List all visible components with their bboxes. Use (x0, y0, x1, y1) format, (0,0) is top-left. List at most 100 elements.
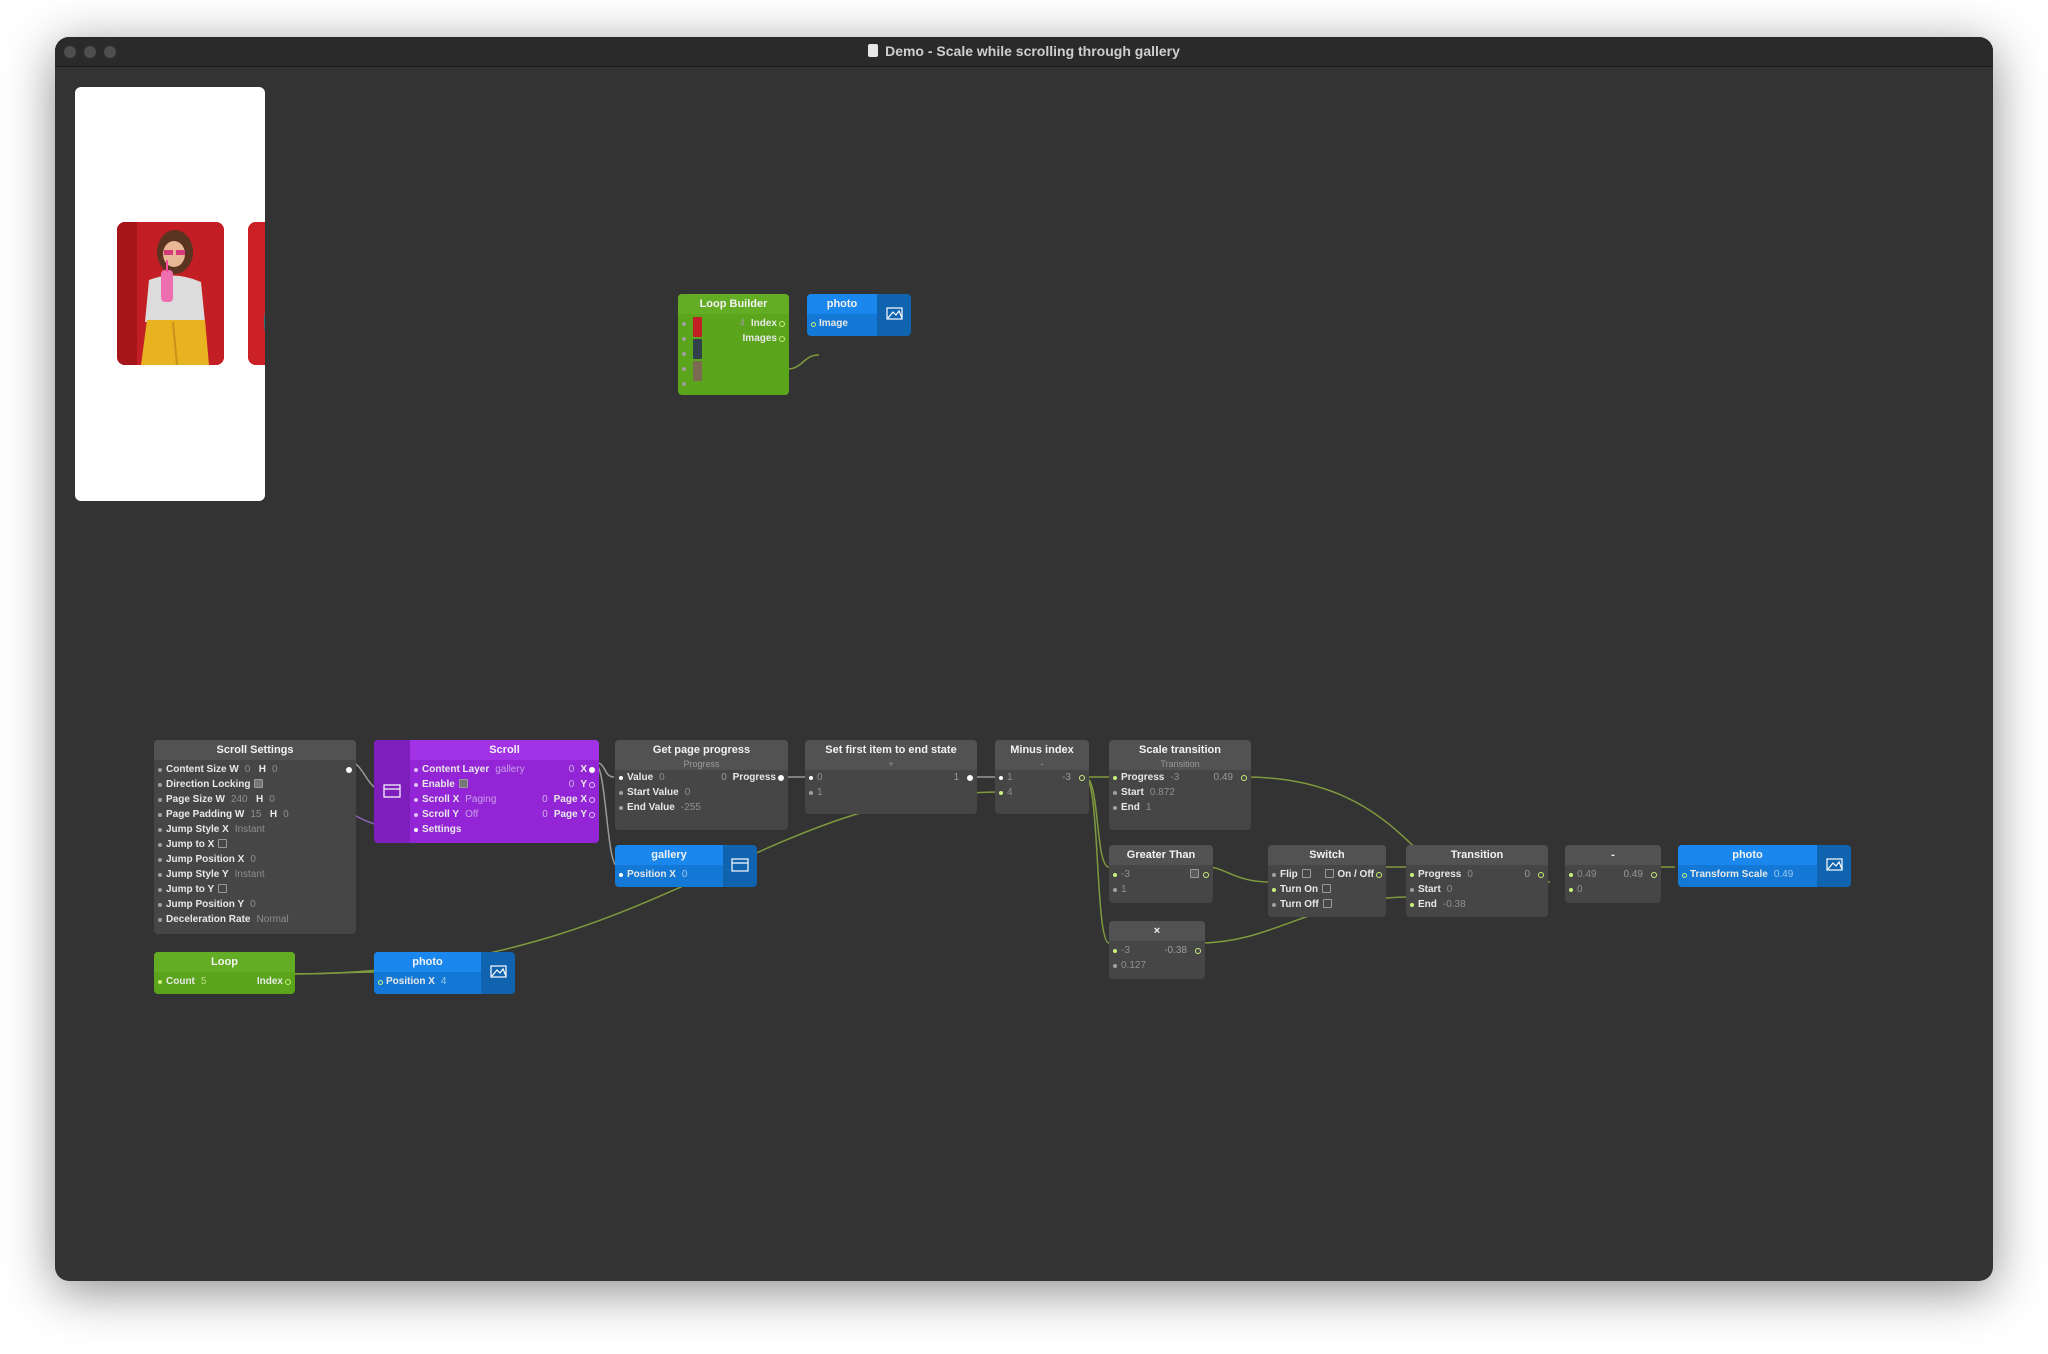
patch-editor-canvas[interactable]: Loop Builder 4 Index Images photo Image S… (55, 67, 1993, 1281)
row-value[interactable]: 1 (1146, 802, 1152, 813)
row-value[interactable]: -0.38 (1443, 899, 1466, 910)
gallery-layer-node[interactable]: gallery Position X 0 (615, 845, 757, 887)
row-label: Start (1418, 884, 1441, 895)
image-label: Image (819, 318, 848, 329)
w-value[interactable]: 15 (250, 809, 261, 820)
row-value[interactable]: 0 (250, 899, 256, 910)
scale-transition-node[interactable]: Scale transition Transition Progress -3 0.4… (1109, 740, 1251, 830)
input-port[interactable] (682, 352, 686, 356)
row-label: End (1121, 802, 1140, 813)
output-label: Page Y (553, 809, 587, 820)
wire-images-to-photo[interactable] (786, 354, 820, 370)
scroll-settings-node[interactable]: Scroll Settings Content Size W0 H0 Direc… (154, 740, 356, 934)
switch-node[interactable]: Switch Flip On / Off Turn On Turn Off (1268, 845, 1386, 917)
photo-position-node[interactable]: photo Position X 4 (374, 952, 515, 994)
row-label: Page Padding (166, 809, 233, 820)
row-value[interactable]: 0 (1447, 884, 1453, 895)
app-window: Demo - Scale while scrolling through gal… (55, 37, 1993, 1281)
row-label: Scroll Y (422, 809, 460, 820)
wire-greater-to-turnon[interactable] (1206, 866, 1271, 883)
node-title: gallery (615, 845, 723, 865)
loop-builder-node[interactable]: Loop Builder 4 Index Images (678, 294, 789, 395)
node-title: Scroll (410, 740, 599, 760)
node-title: - (1565, 845, 1661, 865)
input-value[interactable]: 1 (817, 787, 823, 798)
row-label: Position X (627, 869, 676, 880)
multiply-node[interactable]: × -3 -0.38 0.127 (1109, 921, 1205, 979)
row-value[interactable]: 4 (441, 976, 447, 987)
flip-checkbox[interactable] (1301, 869, 1311, 878)
row-label: Jump to Y (166, 884, 215, 895)
input-port[interactable] (682, 367, 686, 371)
minus-node[interactable]: - 0.49 0.49 0 (1565, 845, 1661, 903)
row-value[interactable]: 0 (659, 772, 665, 783)
input-value[interactable]: 4 (1007, 787, 1013, 798)
jump-to-y-checkbox[interactable] (218, 884, 228, 893)
transition-node[interactable]: Transition Progress 0 0 Start 0 End -0.38 (1406, 845, 1548, 917)
output-label: Progress (732, 772, 776, 783)
input-value[interactable]: -3 (1121, 869, 1130, 880)
output-value: 0 (542, 794, 548, 805)
input-value[interactable]: 1 (1121, 884, 1127, 895)
output-port[interactable] (779, 321, 785, 327)
output-port[interactable] (779, 336, 785, 342)
node-title: Loop (154, 952, 295, 972)
output-label: X (580, 764, 587, 775)
row-value[interactable]: -255 (681, 802, 701, 813)
node-title: Greater Than (1109, 845, 1213, 865)
connection-wires (288, 354, 1675, 975)
node-subtitle: Progress (683, 759, 720, 769)
row-value[interactable]: gallery (495, 764, 524, 775)
output-value: 0 (1524, 869, 1530, 880)
enable-checkbox[interactable] (458, 779, 468, 788)
row-value[interactable]: Paging (465, 794, 496, 805)
scroll-node[interactable]: Scroll Content Layer gallery 0 X Enable 0 Y S… (374, 740, 599, 843)
window-title: Demo - Scale while scrolling through gal… (55, 43, 1993, 59)
h-value[interactable]: 0 (283, 809, 289, 820)
row-value[interactable]: 0 (250, 854, 256, 865)
node-title: Loop Builder (678, 294, 789, 314)
input-value[interactable]: 0 (817, 772, 823, 783)
turn-off-checkbox[interactable] (1322, 899, 1332, 908)
row-value[interactable]: 0 (682, 869, 688, 880)
row-value[interactable]: Instant (235, 869, 265, 880)
row-value[interactable]: 0.872 (1150, 787, 1175, 798)
h-value[interactable]: 0 (272, 764, 278, 775)
row-value[interactable]: 0.49 (1774, 869, 1793, 880)
row-value[interactable]: -3 (1170, 772, 1179, 783)
row-value[interactable]: 0 (685, 787, 691, 798)
h-value[interactable]: 0 (269, 794, 275, 805)
row-label: Jump Position X (166, 854, 245, 865)
input-value[interactable]: 1 (1007, 772, 1013, 783)
input-value[interactable]: 0.127 (1121, 960, 1146, 971)
input-value[interactable]: 0 (1577, 884, 1583, 895)
row-value[interactable]: 0 (1467, 869, 1473, 880)
direction-locking-checkbox[interactable] (254, 779, 264, 788)
turn-on-checkbox[interactable] (1322, 884, 1332, 893)
row-value[interactable]: Off (465, 809, 478, 820)
loop-node[interactable]: Loop Count 5 Index (154, 952, 295, 994)
document-icon (868, 44, 879, 57)
input-port[interactable] (811, 322, 816, 327)
photo-layer-node[interactable]: photo Image (807, 294, 911, 336)
row-value[interactable]: Normal (256, 914, 288, 925)
index-value: 4 (739, 318, 745, 329)
set-first-item-node[interactable]: Set first item to end state + 0 1 1 (805, 740, 977, 814)
w-value[interactable]: 240 (231, 794, 248, 805)
minus-index-node[interactable]: Minus index - 1 -3 4 (995, 740, 1089, 814)
output-port[interactable] (346, 767, 352, 773)
w-value[interactable]: 0 (245, 764, 251, 775)
greater-than-node[interactable]: Greater Than -3 1 (1109, 845, 1213, 903)
input-value[interactable]: 0.49 (1577, 869, 1596, 880)
jump-to-x-checkbox[interactable] (218, 839, 228, 848)
title-bar: Demo - Scale while scrolling through gal… (55, 37, 1993, 67)
row-label: Settings (422, 824, 462, 835)
input-value[interactable]: -3 (1121, 945, 1130, 956)
photo-scale-node[interactable]: photo Transform Scale 0.49 (1678, 845, 1851, 887)
get-page-progress-node[interactable]: Get page progress Progress Value 0 0 Progres… (615, 740, 788, 830)
row-value[interactable]: 5 (201, 976, 207, 987)
node-title: Get page progress (652, 744, 751, 756)
input-port[interactable] (682, 382, 686, 386)
w-label: W (215, 794, 225, 805)
row-value[interactable]: Instant (235, 824, 265, 835)
